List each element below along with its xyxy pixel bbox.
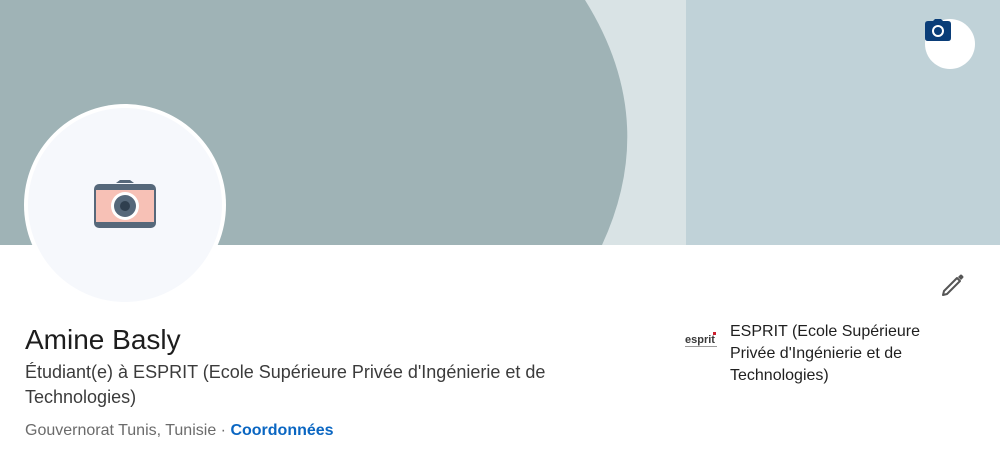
contact-info-link[interactable]: Coordonnées xyxy=(230,422,333,439)
pencil-icon xyxy=(942,274,964,296)
school-logo-mark: esprit xyxy=(685,332,717,347)
school-name: ESPRIT (Ecole Supérieure Privée d'Ingéni… xyxy=(730,323,921,384)
school-logo-text: esprit xyxy=(685,334,715,346)
camera-icon xyxy=(925,19,951,41)
profile-photo[interactable] xyxy=(28,108,222,302)
school-logo: esprit xyxy=(683,323,719,359)
education-item[interactable]: esprit ESPRIT (Ecole Supérieure Privée d… xyxy=(683,321,983,387)
profile-location: Gouvernorat Tunis, Tunisie xyxy=(25,422,217,439)
profile-name: Amine Basly xyxy=(25,324,181,355)
edit-profile-button[interactable] xyxy=(933,265,973,305)
separator-dot: · xyxy=(220,422,226,439)
location-line: Gouvernorat Tunis, Tunisie · Coordonnées xyxy=(25,420,334,442)
camera-placeholder-icon xyxy=(94,180,156,228)
edit-banner-button[interactable] xyxy=(925,19,975,69)
profile-headline: Étudiant(e) à ESPRIT (Ecole Supérieure P… xyxy=(25,362,546,407)
